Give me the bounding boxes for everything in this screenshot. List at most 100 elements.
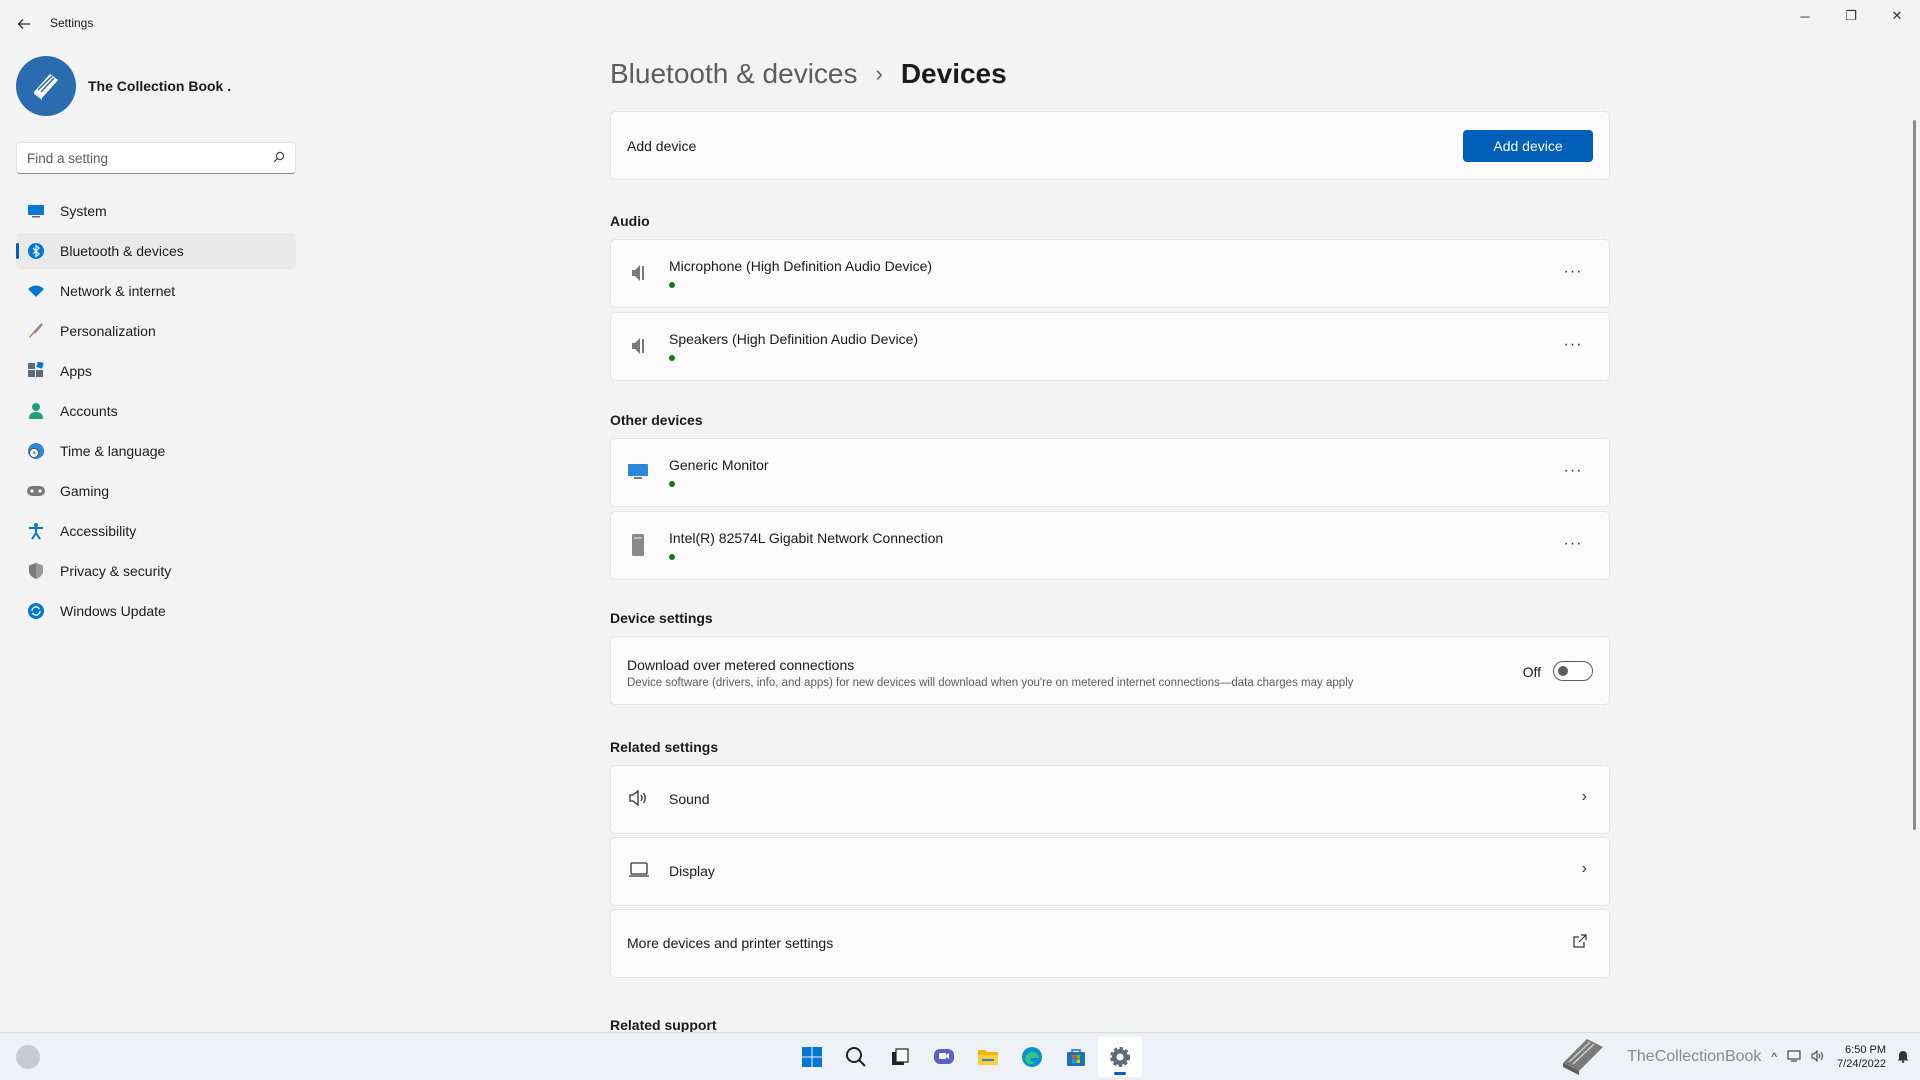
connected-status-dot: [669, 355, 675, 361]
sidebar-item-privacy-security[interactable]: Privacy & security: [16, 553, 296, 589]
more-options-icon[interactable]: ···: [1561, 459, 1585, 483]
speaker-icon: [627, 262, 649, 284]
sidebar-item-label: System: [60, 203, 107, 219]
sidebar-item-personalization[interactable]: Personalization: [16, 313, 296, 349]
device-row[interactable]: Generic Monitor ···: [610, 438, 1610, 507]
more-options-icon[interactable]: ···: [1561, 532, 1585, 556]
clock-time: 6:50 PM: [1845, 1044, 1886, 1056]
notification-bell-icon[interactable]: [1896, 1049, 1910, 1066]
device-row[interactable]: Intel(R) 82574L Gigabit Network Connecti…: [610, 511, 1610, 580]
title-bar: Settings ─ ❐ ✕: [0, 0, 1920, 48]
chat-icon[interactable]: [922, 1037, 966, 1077]
clock-date: 7/24/2022: [1837, 1058, 1886, 1070]
restore-button[interactable]: ❐: [1828, 0, 1874, 32]
tray-icons: ^: [1771, 1049, 1825, 1065]
search-icon[interactable]: [834, 1037, 878, 1077]
sidebar-item-label: Apps: [60, 363, 92, 379]
watermark-text: TheCollectionBook: [1627, 1048, 1762, 1065]
file-explorer-icon[interactable]: [966, 1037, 1010, 1077]
connected-status-dot: [669, 282, 675, 288]
person-icon: [26, 401, 46, 421]
store-icon[interactable]: [1054, 1037, 1098, 1077]
sidebar: The Collection Book . System Bluetooth &…: [0, 48, 310, 1028]
sidebar-item-label: Network & internet: [60, 283, 176, 299]
sidebar-nav: System Bluetooth & devices Network & int…: [16, 193, 296, 633]
breadcrumb: Bluetooth & devices › Devices: [610, 58, 1007, 90]
chevron-right-icon: ›: [1581, 860, 1587, 877]
close-button[interactable]: ✕: [1874, 0, 1920, 32]
metered-connections-toggle[interactable]: [1553, 661, 1593, 681]
monitor-icon: [26, 201, 46, 221]
page-title: Devices: [900, 58, 1007, 89]
back-arrow-icon[interactable]: [14, 14, 34, 34]
related-setting-label: Sound: [669, 791, 710, 807]
app-title: Settings: [50, 16, 94, 30]
vertical-scrollbar[interactable]: [1913, 120, 1916, 830]
taskbar-apps: [790, 1037, 1142, 1077]
chevron-right-icon: ›: [1581, 788, 1587, 805]
book-watermark-icon: [1557, 1033, 1609, 1080]
sidebar-item-windows-update[interactable]: Windows Update: [16, 593, 296, 629]
settings-icon[interactable]: [1098, 1037, 1142, 1077]
sidebar-item-label: Windows Update: [60, 603, 166, 619]
wifi-icon: [26, 281, 46, 301]
device-row[interactable]: Microphone (High Definition Audio Device…: [610, 239, 1610, 308]
device-name: Speakers (High Definition Audio Device): [669, 331, 919, 347]
more-options-icon[interactable]: ···: [1561, 333, 1585, 357]
network-icon[interactable]: [1787, 1049, 1801, 1065]
add-device-label: Add device: [627, 138, 697, 154]
sidebar-item-label: Privacy & security: [60, 563, 172, 579]
window-controls: ─ ❐ ✕: [1782, 0, 1920, 32]
network-device-icon: [627, 534, 649, 556]
related-setting-label: More devices and printer settings: [627, 935, 834, 951]
minimize-button[interactable]: ─: [1782, 0, 1828, 32]
device-row[interactable]: Speakers (High Definition Audio Device) …: [610, 312, 1610, 381]
accessibility-icon: [26, 521, 46, 541]
toggle-knob: [1558, 666, 1568, 676]
device-name: Generic Monitor: [669, 457, 769, 473]
external-link-icon: [1573, 934, 1587, 953]
widgets-icon[interactable]: [16, 1045, 40, 1069]
device-settings-section-title: Device settings: [610, 610, 713, 626]
task-view-icon[interactable]: [878, 1037, 922, 1077]
other-devices-section-title: Other devices: [610, 412, 703, 428]
sidebar-item-accounts[interactable]: Accounts: [16, 393, 296, 429]
sidebar-item-label: Bluetooth & devices: [60, 243, 184, 259]
sidebar-item-network[interactable]: Network & internet: [16, 273, 296, 309]
sidebar-item-apps[interactable]: Apps: [16, 353, 296, 389]
apps-icon: [26, 361, 46, 381]
gamepad-icon: [26, 481, 46, 501]
edge-icon[interactable]: [1010, 1037, 1054, 1077]
related-setting-more-devices-printers[interactable]: More devices and printer settings: [610, 909, 1610, 978]
chevron-up-icon[interactable]: ^: [1771, 1050, 1777, 1064]
related-settings-section-title: Related settings: [610, 739, 719, 755]
sidebar-item-label: Time & language: [60, 443, 166, 459]
search-input[interactable]: [27, 150, 273, 166]
related-setting-sound[interactable]: Sound ›: [610, 765, 1610, 834]
chevron-right-icon: ›: [875, 61, 883, 86]
clock[interactable]: 6:50 PM 7/24/2022: [1837, 1043, 1886, 1071]
more-options-icon[interactable]: ···: [1561, 260, 1585, 284]
update-icon: [26, 601, 46, 621]
search-icon[interactable]: [273, 151, 285, 166]
sidebar-item-gaming[interactable]: Gaming: [16, 473, 296, 509]
add-device-card: Add device Add device: [610, 111, 1610, 180]
sidebar-item-accessibility[interactable]: Accessibility: [16, 513, 296, 549]
sidebar-item-time-language[interactable]: Time & language: [16, 433, 296, 469]
volume-icon[interactable]: [1811, 1049, 1825, 1065]
related-setting-display[interactable]: Display ›: [610, 837, 1610, 906]
toggle-state-label: Off: [1522, 664, 1541, 680]
profile[interactable]: The Collection Book .: [16, 56, 231, 116]
globe-clock-icon: [26, 441, 46, 461]
metered-connections-card: Download over metered connections Device…: [610, 636, 1610, 705]
volume-icon: [627, 786, 651, 810]
sidebar-item-label: Accessibility: [60, 523, 137, 539]
taskbar: TheCollectionBook ^ 6:50 PM 7/24/2022: [0, 1032, 1920, 1080]
breadcrumb-parent[interactable]: Bluetooth & devices: [610, 58, 858, 90]
sidebar-item-system[interactable]: System: [16, 193, 296, 229]
start-icon[interactable]: [790, 1037, 834, 1077]
add-device-button[interactable]: Add device: [1463, 130, 1593, 162]
search-box[interactable]: [16, 142, 296, 174]
sidebar-item-label: Gaming: [60, 483, 110, 499]
sidebar-item-bluetooth-devices[interactable]: Bluetooth & devices: [16, 233, 296, 269]
